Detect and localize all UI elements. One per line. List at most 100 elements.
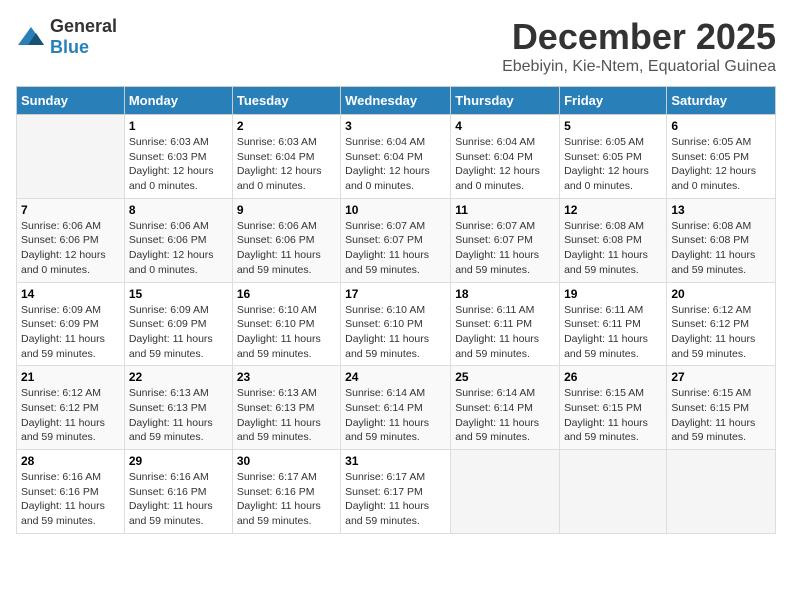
- calendar-week-row: 1 Sunrise: 6:03 AM Sunset: 6:03 PM Dayli…: [17, 115, 776, 199]
- calendar-cell: 29 Sunrise: 6:16 AM Sunset: 6:16 PM Dayl…: [124, 450, 232, 534]
- day-number: 11: [455, 203, 555, 217]
- daylight-text: Daylight: 11 hours and 59 minutes.: [455, 333, 539, 360]
- day-number: 10: [345, 203, 446, 217]
- day-number: 3: [345, 119, 446, 133]
- day-number: 21: [21, 370, 120, 384]
- sunset-text: Sunset: 6:09 PM: [129, 318, 207, 330]
- day-info: Sunrise: 6:04 AM Sunset: 6:04 PM Dayligh…: [345, 135, 446, 194]
- day-info: Sunrise: 6:05 AM Sunset: 6:05 PM Dayligh…: [564, 135, 662, 194]
- sunset-text: Sunset: 6:16 PM: [237, 486, 315, 498]
- day-number: 2: [237, 119, 336, 133]
- weekday-header-wednesday: Wednesday: [341, 87, 451, 115]
- sunrise-text: Sunrise: 6:08 AM: [564, 220, 644, 232]
- sunset-text: Sunset: 6:11 PM: [455, 318, 532, 330]
- day-info: Sunrise: 6:16 AM Sunset: 6:16 PM Dayligh…: [21, 470, 120, 529]
- day-info: Sunrise: 6:10 AM Sunset: 6:10 PM Dayligh…: [237, 303, 336, 362]
- calendar-cell: 12 Sunrise: 6:08 AM Sunset: 6:08 PM Dayl…: [560, 198, 667, 282]
- calendar-cell: 2 Sunrise: 6:03 AM Sunset: 6:04 PM Dayli…: [232, 115, 340, 199]
- day-info: Sunrise: 6:07 AM Sunset: 6:07 PM Dayligh…: [455, 219, 555, 278]
- sunrise-text: Sunrise: 6:05 AM: [671, 136, 751, 148]
- daylight-text: Daylight: 11 hours and 59 minutes.: [671, 417, 755, 444]
- day-info: Sunrise: 6:04 AM Sunset: 6:04 PM Dayligh…: [455, 135, 555, 194]
- day-number: 9: [237, 203, 336, 217]
- daylight-text: Daylight: 11 hours and 59 minutes.: [21, 333, 105, 360]
- calendar-cell: 8 Sunrise: 6:06 AM Sunset: 6:06 PM Dayli…: [124, 198, 232, 282]
- daylight-text: Daylight: 12 hours and 0 minutes.: [564, 165, 649, 192]
- calendar-cell: 24 Sunrise: 6:14 AM Sunset: 6:14 PM Dayl…: [341, 366, 451, 450]
- sunset-text: Sunset: 6:12 PM: [671, 318, 749, 330]
- day-number: 19: [564, 287, 662, 301]
- sunset-text: Sunset: 6:07 PM: [455, 234, 533, 246]
- day-number: 7: [21, 203, 120, 217]
- day-number: 1: [129, 119, 228, 133]
- sunrise-text: Sunrise: 6:12 AM: [21, 387, 101, 399]
- daylight-text: Daylight: 11 hours and 59 minutes.: [564, 249, 648, 276]
- day-number: 17: [345, 287, 446, 301]
- day-info: Sunrise: 6:13 AM Sunset: 6:13 PM Dayligh…: [237, 386, 336, 445]
- day-info: Sunrise: 6:03 AM Sunset: 6:04 PM Dayligh…: [237, 135, 336, 194]
- day-info: Sunrise: 6:08 AM Sunset: 6:08 PM Dayligh…: [564, 219, 662, 278]
- sunrise-text: Sunrise: 6:07 AM: [345, 220, 425, 232]
- day-info: Sunrise: 6:14 AM Sunset: 6:14 PM Dayligh…: [345, 386, 446, 445]
- sunrise-text: Sunrise: 6:17 AM: [345, 471, 425, 483]
- daylight-text: Daylight: 11 hours and 59 minutes.: [345, 417, 429, 444]
- day-number: 5: [564, 119, 662, 133]
- weekday-header-row: SundayMondayTuesdayWednesdayThursdayFrid…: [17, 87, 776, 115]
- calendar-cell: 1 Sunrise: 6:03 AM Sunset: 6:03 PM Dayli…: [124, 115, 232, 199]
- sunset-text: Sunset: 6:07 PM: [345, 234, 423, 246]
- daylight-text: Daylight: 11 hours and 59 minutes.: [21, 417, 105, 444]
- sunrise-text: Sunrise: 6:13 AM: [129, 387, 209, 399]
- weekday-header-sunday: Sunday: [17, 87, 125, 115]
- sunrise-text: Sunrise: 6:14 AM: [455, 387, 535, 399]
- sunset-text: Sunset: 6:04 PM: [345, 151, 423, 163]
- daylight-text: Daylight: 11 hours and 59 minutes.: [455, 417, 539, 444]
- sunrise-text: Sunrise: 6:11 AM: [564, 304, 643, 316]
- calendar-cell: [451, 450, 560, 534]
- sunrise-text: Sunrise: 6:08 AM: [671, 220, 751, 232]
- calendar-cell: 19 Sunrise: 6:11 AM Sunset: 6:11 PM Dayl…: [560, 282, 667, 366]
- weekday-header-monday: Monday: [124, 87, 232, 115]
- daylight-text: Daylight: 11 hours and 59 minutes.: [237, 333, 321, 360]
- day-number: 12: [564, 203, 662, 217]
- sunrise-text: Sunrise: 6:12 AM: [671, 304, 751, 316]
- daylight-text: Daylight: 11 hours and 59 minutes.: [671, 249, 755, 276]
- calendar-cell: 21 Sunrise: 6:12 AM Sunset: 6:12 PM Dayl…: [17, 366, 125, 450]
- calendar-cell: 10 Sunrise: 6:07 AM Sunset: 6:07 PM Dayl…: [341, 198, 451, 282]
- sunset-text: Sunset: 6:04 PM: [455, 151, 533, 163]
- sunset-text: Sunset: 6:04 PM: [237, 151, 315, 163]
- sunset-text: Sunset: 6:15 PM: [671, 402, 749, 414]
- day-info: Sunrise: 6:03 AM Sunset: 6:03 PM Dayligh…: [129, 135, 228, 194]
- sunset-text: Sunset: 6:17 PM: [345, 486, 423, 498]
- calendar-cell: 25 Sunrise: 6:14 AM Sunset: 6:14 PM Dayl…: [451, 366, 560, 450]
- daylight-text: Daylight: 11 hours and 59 minutes.: [345, 500, 429, 527]
- day-info: Sunrise: 6:15 AM Sunset: 6:15 PM Dayligh…: [671, 386, 771, 445]
- calendar-cell: 17 Sunrise: 6:10 AM Sunset: 6:10 PM Dayl…: [341, 282, 451, 366]
- calendar-cell: 28 Sunrise: 6:16 AM Sunset: 6:16 PM Dayl…: [17, 450, 125, 534]
- daylight-text: Daylight: 11 hours and 59 minutes.: [237, 500, 321, 527]
- calendar-week-row: 28 Sunrise: 6:16 AM Sunset: 6:16 PM Dayl…: [17, 450, 776, 534]
- calendar-cell: 18 Sunrise: 6:11 AM Sunset: 6:11 PM Dayl…: [451, 282, 560, 366]
- sunset-text: Sunset: 6:16 PM: [129, 486, 207, 498]
- daylight-text: Daylight: 11 hours and 59 minutes.: [237, 417, 321, 444]
- day-number: 29: [129, 454, 228, 468]
- sunset-text: Sunset: 6:12 PM: [21, 402, 99, 414]
- day-info: Sunrise: 6:07 AM Sunset: 6:07 PM Dayligh…: [345, 219, 446, 278]
- calendar-week-row: 14 Sunrise: 6:09 AM Sunset: 6:09 PM Dayl…: [17, 282, 776, 366]
- sunset-text: Sunset: 6:15 PM: [564, 402, 642, 414]
- sunset-text: Sunset: 6:08 PM: [564, 234, 642, 246]
- calendar-cell: [17, 115, 125, 199]
- day-number: 27: [671, 370, 771, 384]
- day-info: Sunrise: 6:11 AM Sunset: 6:11 PM Dayligh…: [455, 303, 555, 362]
- title-area: December 2025 Ebebiyin, Kie-Ntem, Equato…: [502, 16, 776, 76]
- sunset-text: Sunset: 6:06 PM: [21, 234, 99, 246]
- page-header: General Blue December 2025 Ebebiyin, Kie…: [16, 16, 776, 76]
- sunset-text: Sunset: 6:05 PM: [671, 151, 749, 163]
- sunrise-text: Sunrise: 6:16 AM: [129, 471, 209, 483]
- calendar-cell: 11 Sunrise: 6:07 AM Sunset: 6:07 PM Dayl…: [451, 198, 560, 282]
- calendar-table: SundayMondayTuesdayWednesdayThursdayFrid…: [16, 86, 776, 534]
- month-year-title: December 2025: [502, 16, 776, 58]
- sunset-text: Sunset: 6:14 PM: [345, 402, 423, 414]
- daylight-text: Daylight: 11 hours and 59 minutes.: [237, 249, 321, 276]
- day-number: 23: [237, 370, 336, 384]
- daylight-text: Daylight: 11 hours and 59 minutes.: [564, 333, 648, 360]
